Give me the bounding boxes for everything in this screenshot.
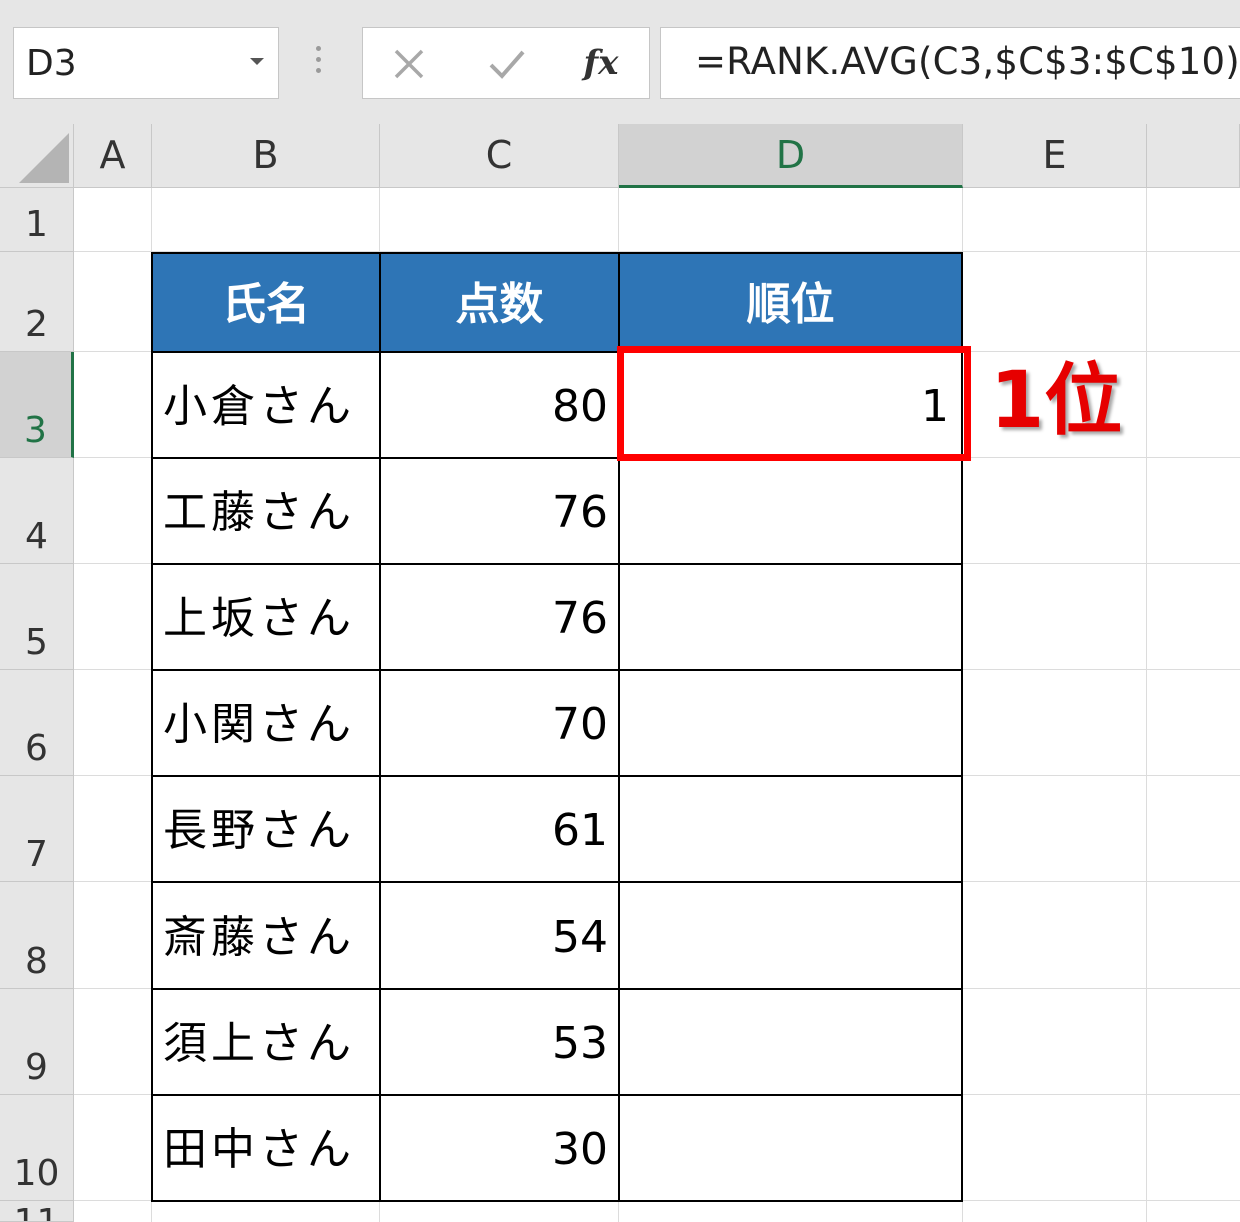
select-all-icon xyxy=(19,133,69,183)
row-number: 8 xyxy=(25,941,48,982)
row-header-9[interactable]: 9 xyxy=(0,989,74,1095)
cell-text: 小関さん xyxy=(163,699,355,750)
row-number: 3 xyxy=(24,410,47,451)
column-header-d[interactable]: D xyxy=(619,124,963,188)
row-number: 11 xyxy=(0,1203,73,1222)
cell-text: 1 xyxy=(921,381,949,432)
table-cell-name[interactable]: 小関さん xyxy=(151,669,381,777)
formula-buttons: fx xyxy=(362,27,650,99)
cell-text: 53 xyxy=(552,1018,608,1069)
table-cell-rank[interactable] xyxy=(618,988,963,1096)
name-box-value: D3 xyxy=(26,43,77,84)
chevron-down-icon[interactable] xyxy=(250,58,264,65)
table-cell-score[interactable]: 76 xyxy=(379,457,620,565)
row-number: 4 xyxy=(25,516,48,557)
column-header-f[interactable]: F xyxy=(1147,124,1240,188)
column-header-c[interactable]: C xyxy=(380,124,619,188)
table-cell-score[interactable]: 53 xyxy=(379,988,620,1096)
header-label: 順位 xyxy=(746,279,835,330)
row-number: 5 xyxy=(25,622,48,663)
table-cell-score[interactable]: 70 xyxy=(379,669,620,777)
row-header-8[interactable]: 8 xyxy=(0,882,74,989)
cell-text: 長野さん xyxy=(163,805,355,856)
table-cell-name[interactable]: 小倉さん xyxy=(151,351,381,459)
cell-text: 30 xyxy=(552,1124,608,1175)
formula-input[interactable]: =RANK.AVG(C3,$C$3:$C$10) xyxy=(660,27,1240,99)
header-label: 点数 xyxy=(455,279,544,330)
table-cell-name[interactable]: 須上さん xyxy=(151,988,381,1096)
formula-bar-area: D3 fx =RANK.AVG(C3,$C$3:$C$10) xyxy=(0,0,1240,124)
cell-text: 上坂さん xyxy=(163,593,355,644)
cell-text: 工藤さん xyxy=(163,487,355,538)
column-header-b[interactable]: B xyxy=(152,124,380,188)
cell-text: 54 xyxy=(552,912,608,963)
table-cell-rank[interactable] xyxy=(618,669,963,777)
cell-text: 須上さん xyxy=(163,1018,355,1069)
insert-function-button[interactable]: fx xyxy=(573,38,629,88)
select-all-button[interactable] xyxy=(0,124,74,188)
row-number: 9 xyxy=(25,1047,48,1088)
table-cell-rank[interactable] xyxy=(618,775,963,883)
row-header-4[interactable]: 4 xyxy=(0,458,74,564)
table-cell-rank[interactable] xyxy=(618,457,963,565)
row-header-3[interactable]: 3 xyxy=(0,352,74,458)
rank-annotation: 1位 xyxy=(990,356,1123,446)
cell-text: 80 xyxy=(552,381,608,432)
row-number: 2 xyxy=(25,304,48,345)
row-number: 6 xyxy=(25,728,48,769)
row-header-7[interactable]: 7 xyxy=(0,776,74,882)
row-header-11[interactable]: 11 xyxy=(0,1201,74,1222)
gridline xyxy=(1146,188,1147,1222)
row-number: 10 xyxy=(13,1153,60,1194)
cell-text: 70 xyxy=(552,699,608,750)
row-header-6[interactable]: 6 xyxy=(0,670,74,776)
table-cell-rank[interactable]: 1 xyxy=(618,351,963,459)
table-cell-score[interactable]: 54 xyxy=(379,881,620,990)
table-cell-score[interactable]: 76 xyxy=(379,563,620,671)
table-cell-score[interactable]: 61 xyxy=(379,775,620,883)
table-header-score[interactable]: 点数 xyxy=(379,252,620,353)
table-cell-score[interactable]: 80 xyxy=(379,351,620,459)
table-cell-name[interactable]: 工藤さん xyxy=(151,457,381,565)
cell-text: 76 xyxy=(552,593,608,644)
table-cell-name[interactable]: 上坂さん xyxy=(151,563,381,671)
formula-text: =RANK.AVG(C3,$C$3:$C$10) xyxy=(695,40,1240,83)
x-icon xyxy=(392,49,426,78)
row-header-5[interactable]: 5 xyxy=(0,564,74,670)
fx-icon: fx xyxy=(583,43,619,83)
row-header-1[interactable]: 1 xyxy=(0,188,74,252)
cell-text: 斎藤さん xyxy=(163,912,355,963)
row-number: 7 xyxy=(25,834,48,875)
column-header-e[interactable]: E xyxy=(963,124,1147,188)
table-cell-name[interactable]: 斎藤さん xyxy=(151,881,381,990)
table-cell-rank[interactable] xyxy=(618,563,963,671)
column-header-a[interactable]: A xyxy=(74,124,152,188)
cell-text: 田中さん xyxy=(163,1124,355,1175)
cell-text: 小倉さん xyxy=(163,381,355,432)
name-box[interactable]: D3 xyxy=(13,27,279,99)
table-cell-rank[interactable] xyxy=(618,881,963,990)
cancel-button[interactable] xyxy=(381,38,437,88)
header-label: 氏名 xyxy=(222,279,310,330)
enter-button[interactable] xyxy=(479,38,535,88)
table-header-rank[interactable]: 順位 xyxy=(618,252,963,353)
table-header-name[interactable]: 氏名 xyxy=(151,252,381,353)
table-cell-name[interactable]: 長野さん xyxy=(151,775,381,883)
row-header-10[interactable]: 10 xyxy=(0,1095,74,1201)
table-cell-score[interactable]: 30 xyxy=(379,1094,620,1202)
drag-handle-icon[interactable] xyxy=(316,46,322,76)
check-icon xyxy=(488,50,526,79)
table-cell-name[interactable]: 田中さん xyxy=(151,1094,381,1202)
row-header-2[interactable]: 2 xyxy=(0,252,74,352)
table-cell-rank[interactable] xyxy=(618,1094,963,1202)
cell-text: 61 xyxy=(552,805,608,856)
cell-text: 76 xyxy=(552,487,608,538)
row-number: 1 xyxy=(25,204,48,245)
